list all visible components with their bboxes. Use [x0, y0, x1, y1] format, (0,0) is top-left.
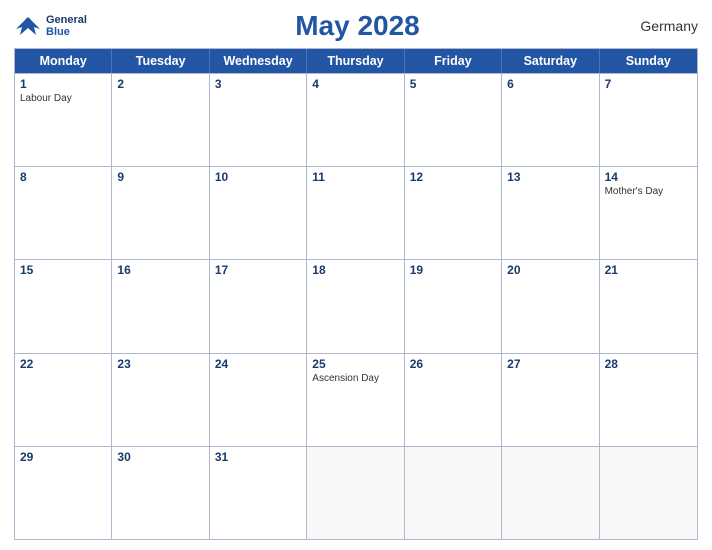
calendar-cell: 17	[210, 260, 307, 352]
cell-day-number: 27	[507, 357, 593, 371]
cell-day-number: 29	[20, 450, 106, 464]
cell-day-number: 24	[215, 357, 301, 371]
cell-day-number: 22	[20, 357, 106, 371]
calendar-cell: 16	[112, 260, 209, 352]
calendar-cell: 12	[405, 167, 502, 259]
calendar-cell: 13	[502, 167, 599, 259]
calendar-cell: 28	[600, 354, 697, 446]
calendar-cell	[405, 447, 502, 539]
logo-line1: General	[46, 14, 87, 26]
calendar-cell: 10	[210, 167, 307, 259]
cell-day-number: 12	[410, 170, 496, 184]
day-header-tuesday: Tuesday	[112, 49, 209, 73]
day-header-wednesday: Wednesday	[210, 49, 307, 73]
day-header-friday: Friday	[405, 49, 502, 73]
cell-day-number: 30	[117, 450, 203, 464]
day-header-thursday: Thursday	[307, 49, 404, 73]
calendar-cell: 8	[15, 167, 112, 259]
calendar-cell: 1 Labour Day	[15, 74, 112, 166]
country-label: Germany	[628, 18, 698, 34]
calendar-cell: 7	[600, 74, 697, 166]
calendar-header: MondayTuesdayWednesdayThursdayFridaySatu…	[15, 49, 697, 73]
calendar-week-5: 29 30 31	[15, 446, 697, 539]
calendar-cell: 23	[112, 354, 209, 446]
calendar-body: 1Labour Day234567891011121314Mother's Da…	[15, 73, 697, 539]
calendar-cell: 21	[600, 260, 697, 352]
page-header: General Blue May 2028 Germany	[14, 10, 698, 42]
calendar-cell: 29	[15, 447, 112, 539]
cell-holiday-label: Labour Day	[20, 93, 106, 105]
logo-icon	[14, 15, 42, 37]
calendar-cell: 30	[112, 447, 209, 539]
cell-day-number: 2	[117, 77, 203, 91]
cell-day-number: 7	[605, 77, 692, 91]
cell-day-number: 31	[215, 450, 301, 464]
cell-day-number: 18	[312, 263, 398, 277]
calendar-week-1: 1 Labour Day 234567	[15, 73, 697, 166]
calendar-cell: 22	[15, 354, 112, 446]
cell-day-number: 16	[117, 263, 203, 277]
calendar-cell: 3	[210, 74, 307, 166]
cell-day-number: 1	[20, 77, 106, 91]
cell-day-number: 17	[215, 263, 301, 277]
cell-day-number: 6	[507, 77, 593, 91]
day-header-monday: Monday	[15, 49, 112, 73]
cell-day-number: 28	[605, 357, 692, 371]
cell-day-number: 11	[312, 170, 398, 184]
calendar-cell: 26	[405, 354, 502, 446]
day-header-saturday: Saturday	[502, 49, 599, 73]
cell-day-number: 15	[20, 263, 106, 277]
calendar-cell	[502, 447, 599, 539]
calendar-cell	[600, 447, 697, 539]
logo: General Blue	[14, 14, 87, 38]
calendar-cell	[307, 447, 404, 539]
calendar-cell: 20	[502, 260, 599, 352]
calendar-grid: MondayTuesdayWednesdayThursdayFridaySatu…	[14, 48, 698, 540]
calendar-cell: 11	[307, 167, 404, 259]
calendar-cell: 9	[112, 167, 209, 259]
cell-day-number: 14	[605, 170, 692, 184]
calendar-cell: 5	[405, 74, 502, 166]
calendar-cell: 24	[210, 354, 307, 446]
cell-day-number: 23	[117, 357, 203, 371]
calendar-cell: 6	[502, 74, 599, 166]
calendar-cell: 31	[210, 447, 307, 539]
cell-day-number: 19	[410, 263, 496, 277]
calendar-cell: 27	[502, 354, 599, 446]
cell-day-number: 25	[312, 357, 398, 371]
cell-day-number: 8	[20, 170, 106, 184]
calendar-cell: 25 Ascension Day	[307, 354, 404, 446]
cell-day-number: 10	[215, 170, 301, 184]
calendar-cell: 18	[307, 260, 404, 352]
calendar-cell: 14 Mother's Day	[600, 167, 697, 259]
cell-day-number: 13	[507, 170, 593, 184]
calendar-page: General Blue May 2028 Germany MondayTues…	[0, 0, 712, 550]
cell-day-number: 4	[312, 77, 398, 91]
calendar-week-4: 22 23 24 25 Ascension Day 26 27 28	[15, 353, 697, 446]
calendar-cell: 2	[112, 74, 209, 166]
cell-day-number: 20	[507, 263, 593, 277]
logo-line2: Blue	[46, 26, 87, 38]
cell-holiday-label: Ascension Day	[312, 373, 398, 385]
day-header-sunday: Sunday	[600, 49, 697, 73]
cell-holiday-label: Mother's Day	[605, 186, 692, 198]
calendar-week-3: 15 16 17 18 19 20 21	[15, 259, 697, 352]
page-title: May 2028	[87, 10, 628, 42]
cell-day-number: 5	[410, 77, 496, 91]
calendar-cell: 15	[15, 260, 112, 352]
calendar-cell: 4	[307, 74, 404, 166]
calendar-week-2: 89 10 11 12 13 14 Mother's Day	[15, 166, 697, 259]
calendar-cell: 19	[405, 260, 502, 352]
cell-day-number: 9	[117, 170, 203, 184]
cell-day-number: 26	[410, 357, 496, 371]
cell-day-number: 3	[215, 77, 301, 91]
cell-day-number: 21	[605, 263, 692, 277]
